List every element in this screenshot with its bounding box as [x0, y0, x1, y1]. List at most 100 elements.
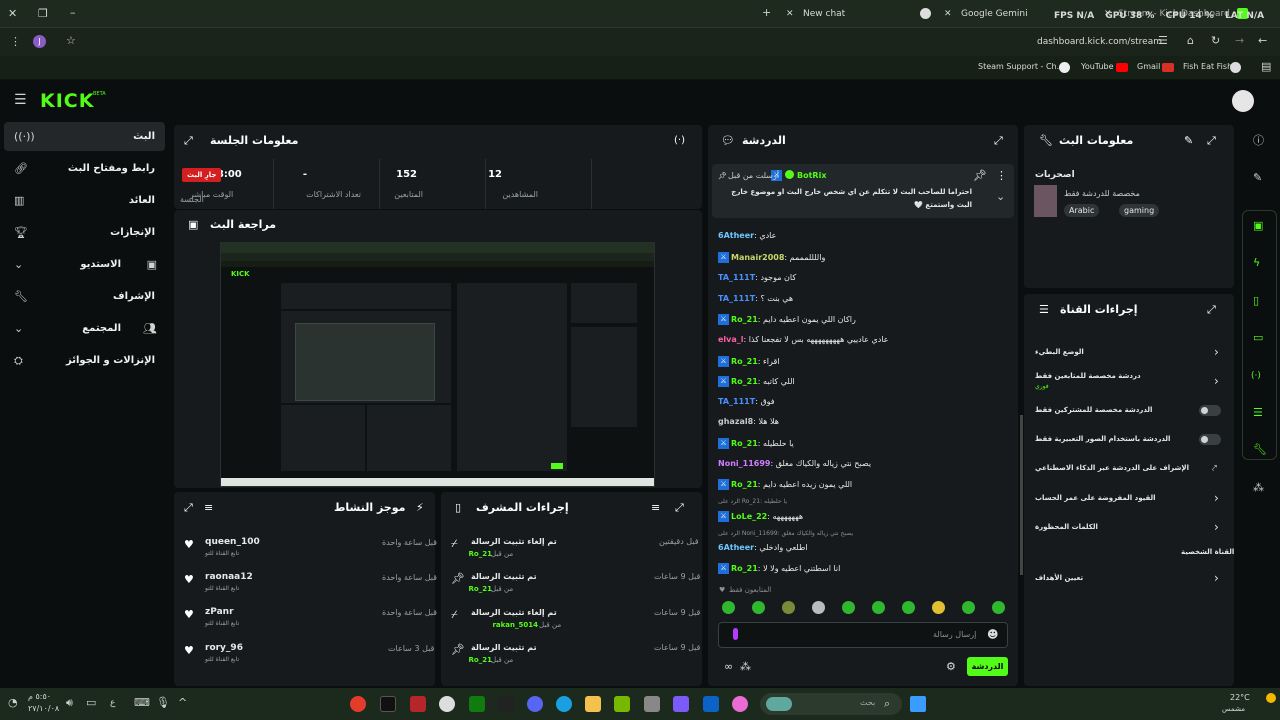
- emote-icon[interactable]: [722, 601, 735, 614]
- wrench-icon[interactable]: 🔧︎: [1253, 443, 1267, 457]
- home-icon[interactable]: ⌂: [1187, 34, 1194, 48]
- external-link-icon[interactable]: ⤤: [1212, 462, 1217, 476]
- network-icon[interactable]: ▭: [86, 696, 96, 710]
- stream-preview-video[interactable]: KICK: [220, 242, 655, 487]
- app-icon[interactable]: [350, 696, 366, 712]
- sidebar-item-stream[interactable]: ((·)) البث: [4, 122, 165, 151]
- profile-avatar[interactable]: J: [33, 35, 46, 48]
- tag-chip[interactable]: Arabic: [1064, 204, 1100, 217]
- tab-google-gemini[interactable]: Google Gemini: [961, 9, 1028, 19]
- menu-dots-icon[interactable]: ⋮: [10, 35, 21, 49]
- tab-close-icon[interactable]: ✕: [786, 7, 794, 21]
- clock-time[interactable]: ٥:٥٠ م: [28, 692, 51, 701]
- activity-user[interactable]: rory_96: [205, 643, 243, 653]
- restore-window-icon[interactable]: ❐: [38, 7, 48, 21]
- keyboard-icon[interactable]: ⌨: [134, 696, 150, 710]
- sidebar-item-revenue[interactable]: ▥ العائد: [4, 186, 165, 215]
- chat-user[interactable]: TA_111T: [718, 273, 755, 282]
- chat-user[interactable]: 6Atheer: [718, 543, 754, 552]
- emote-icon[interactable]: [842, 601, 855, 614]
- chat-scrollbar[interactable]: [1020, 415, 1023, 575]
- back-icon[interactable]: ←: [1258, 34, 1267, 48]
- bookmark-steam[interactable]: Steam Support - Ch...: [978, 62, 1064, 71]
- windows-start-icon[interactable]: [910, 696, 926, 712]
- emote-icon[interactable]: [962, 601, 975, 614]
- chevron-up-icon[interactable]: ^: [178, 696, 187, 710]
- expand-icon[interactable]: ⤢: [184, 134, 193, 148]
- xbox-icon[interactable]: [469, 696, 485, 712]
- sidebar-item-drops[interactable]: ⛭ الإنزالات و الجوائز: [4, 346, 165, 375]
- chat-user[interactable]: LoLe_22: [731, 512, 767, 521]
- capcut-icon[interactable]: [498, 696, 514, 712]
- discord-icon[interactable]: [527, 696, 543, 712]
- app-icon[interactable]: [673, 696, 689, 712]
- user-avatar[interactable]: [1232, 90, 1254, 112]
- new-tab-icon[interactable]: +: [762, 6, 771, 20]
- chevron-down-icon[interactable]: ⌄: [996, 190, 1005, 204]
- expand-icon[interactable]: ⤢: [184, 501, 193, 515]
- site-settings-icon[interactable]: ☰: [1158, 34, 1168, 48]
- bookmark-gmail[interactable]: Gmail: [1137, 62, 1160, 71]
- chat-user[interactable]: Ro_21: [731, 377, 758, 386]
- emote-icon[interactable]: [812, 601, 825, 614]
- chevron-right-icon[interactable]: ›: [1214, 374, 1219, 388]
- chat-icon[interactable]: ▭: [1253, 331, 1263, 345]
- chat-user[interactable]: TA_111T: [718, 294, 755, 303]
- weather-desc[interactable]: مشمس: [1222, 705, 1245, 713]
- reload-icon[interactable]: ↻: [1211, 34, 1220, 48]
- copilot-icon[interactable]: [732, 696, 748, 712]
- sidebar-item-studio[interactable]: ⌄ الاستديو ▣: [4, 250, 165, 279]
- edge-icon[interactable]: [556, 696, 572, 712]
- emotes-menu-icon[interactable]: ⁂: [740, 660, 751, 674]
- emotes-only-toggle[interactable]: [1199, 434, 1221, 445]
- tag-chip[interactable]: gaming: [1119, 204, 1160, 217]
- tab-close-icon[interactable]: ✕: [944, 7, 952, 21]
- chat-user[interactable]: Ro_21: [731, 564, 758, 573]
- filter-icon[interactable]: ≡: [204, 501, 213, 515]
- emote-icon[interactable]: [752, 601, 765, 614]
- volume-icon[interactable]: 🔊︎: [66, 696, 73, 710]
- emote-icon[interactable]: [992, 601, 1005, 614]
- pinned-user[interactable]: BotRix: [797, 171, 826, 180]
- chat-user[interactable]: 6Atheer: [718, 231, 754, 240]
- kick-logo[interactable]: KICK: [40, 90, 94, 112]
- list-icon[interactable]: ☰: [1253, 406, 1263, 420]
- taskbar-search[interactable]: بحث ⌕: [760, 693, 902, 715]
- mod-by[interactable]: Ro_21: [469, 550, 492, 558]
- chat-user[interactable]: ghazal8: [718, 417, 753, 426]
- activity-user[interactable]: queen_100: [205, 537, 260, 547]
- sidebar-item-community[interactable]: ⌄ المجتمع 👥︎: [4, 314, 165, 343]
- expand-icon[interactable]: ⤢: [1207, 303, 1216, 317]
- bookmark-youtube[interactable]: YouTube: [1081, 62, 1114, 71]
- sidebar-item-moderation[interactable]: 🔧︎ الإشراف: [4, 282, 165, 311]
- chevron-right-icon[interactable]: ›: [1214, 491, 1219, 505]
- send-button[interactable]: الدردشة: [967, 657, 1008, 676]
- pinned-menu-icon[interactable]: ⋮: [996, 169, 1007, 183]
- subs-only-toggle[interactable]: [1199, 405, 1221, 416]
- activity-user[interactable]: zPanr: [205, 607, 234, 617]
- emote-icon[interactable]: [782, 601, 795, 614]
- expand-icon[interactable]: ⤢: [1207, 134, 1216, 148]
- tiktok-icon[interactable]: [380, 696, 396, 712]
- emote-icon[interactable]: [872, 601, 885, 614]
- bookmarks-folder-icon[interactable]: ▤: [1261, 60, 1271, 74]
- chat-input[interactable]: إرسال رسالة ☻: [718, 622, 1008, 648]
- tab-new-chat[interactable]: New chat: [803, 9, 845, 19]
- filter-icon[interactable]: ≡: [651, 501, 660, 515]
- forward-icon[interactable]: →: [1235, 34, 1244, 48]
- palette-icon[interactable]: ⁂: [1253, 481, 1264, 495]
- infinity-icon[interactable]: ∞: [724, 660, 733, 674]
- bookmark-fish[interactable]: Fish Eat Fish: [1183, 62, 1232, 71]
- notification-icon[interactable]: ◔: [8, 696, 18, 710]
- sidebar-item-achievements[interactable]: 🏆︎ الإنجازات: [4, 218, 165, 247]
- outlook-icon[interactable]: [703, 696, 719, 712]
- acrobat-icon[interactable]: [410, 696, 426, 712]
- document-icon[interactable]: ▯: [1253, 294, 1259, 308]
- minimize-window-icon[interactable]: –: [70, 6, 76, 20]
- popout-icon[interactable]: ⤢: [994, 134, 1003, 148]
- hamburger-menu-icon[interactable]: ☰: [14, 93, 27, 107]
- nvidia-icon[interactable]: [614, 696, 630, 712]
- mod-by[interactable]: Ro_21: [469, 656, 492, 664]
- emote-icon[interactable]: [902, 601, 915, 614]
- activity-user[interactable]: raonaa12: [205, 572, 253, 582]
